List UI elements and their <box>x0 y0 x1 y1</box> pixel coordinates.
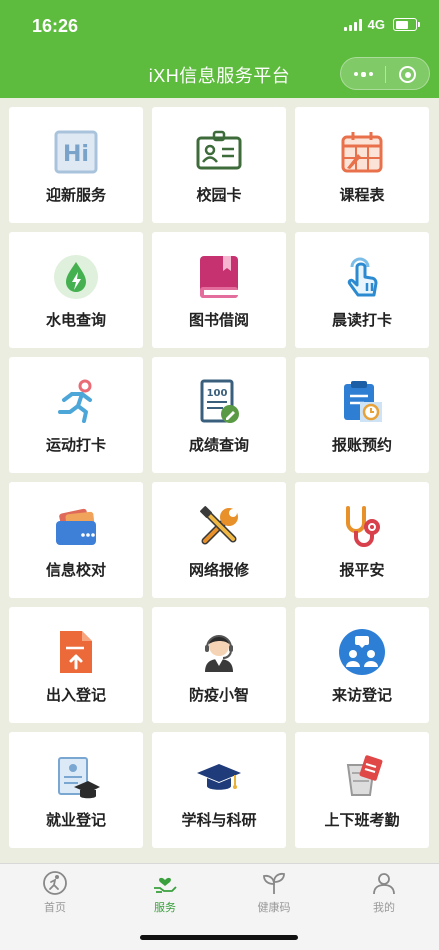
calendar-icon <box>338 128 386 176</box>
tab-label: 我的 <box>373 902 395 914</box>
tab-label: 服务 <box>154 902 176 914</box>
tile-label: 运动打卡 <box>45 437 106 454</box>
status-time: 16:26 <box>32 16 79 36</box>
tile-morning-reading[interactable]: 晨读打卡 <box>295 232 429 348</box>
tab-services[interactable]: 服务 <box>125 870 205 915</box>
tile-label: 信息校对 <box>45 562 106 579</box>
tile-visitor[interactable]: 来访登记 <box>295 607 429 723</box>
more-menu-icon[interactable] <box>354 71 373 77</box>
tile-network-repair[interactable]: 网络报修 <box>152 482 286 598</box>
tile-entry-exit[interactable]: 出入登记 <box>9 607 143 723</box>
app-header: 16:26 4G iXH信息服务平台 <box>0 0 439 98</box>
tile-label: 校园卡 <box>196 187 242 204</box>
tile-library[interactable]: 图书借阅 <box>152 232 286 348</box>
tile-label: 来访登记 <box>331 687 392 704</box>
tile-info-check[interactable]: 信息校对 <box>9 482 143 598</box>
clipboard-clock-icon <box>338 378 386 426</box>
signal-icon <box>343 18 362 31</box>
graduation-cap-icon <box>195 753 243 801</box>
tile-employment[interactable]: 就业登记 <box>9 732 143 848</box>
tile-label: 晨读打卡 <box>331 312 392 329</box>
tab-label: 首页 <box>44 902 66 914</box>
tile-campus-card[interactable]: 校园卡 <box>152 107 286 223</box>
tile-research[interactable]: 学科与科研 <box>152 732 286 848</box>
tile-reimbursement[interactable]: 报账预约 <box>295 357 429 473</box>
tile-label: 水电查询 <box>45 312 106 329</box>
book-icon <box>195 253 243 301</box>
svg-text:Hi: Hi <box>63 142 89 167</box>
score-sheet-icon: 100 <box>195 378 243 426</box>
attendance-icon <box>338 753 386 801</box>
battery-icon <box>393 18 420 31</box>
home-indicator[interactable] <box>140 935 298 940</box>
document-upload-icon <box>52 628 100 676</box>
network-type: 4G <box>367 17 385 32</box>
service-grid: Hi 迎新服务 校园卡 课程表 水电查询 图书借阅 晨读打卡 运动打卡 100 … <box>9 107 430 848</box>
tile-scores[interactable]: 100 成绩查询 <box>152 357 286 473</box>
tab-health-code[interactable]: 健康码 <box>234 870 314 915</box>
tile-exercise[interactable]: 运动打卡 <box>9 357 143 473</box>
tile-label: 迎新服务 <box>45 187 106 204</box>
tile-label: 防疫小智 <box>188 687 249 704</box>
close-miniprogram-icon[interactable] <box>399 66 416 83</box>
tile-label: 报账预约 <box>331 437 392 454</box>
tile-label: 报平安 <box>339 562 385 579</box>
resume-graduate-icon <box>52 753 100 801</box>
hi-welcome-icon: Hi <box>52 128 100 176</box>
person-icon <box>373 873 395 895</box>
tools-icon <box>195 503 243 551</box>
svg-text:100: 100 <box>207 388 228 399</box>
tile-label: 出入登记 <box>45 687 106 704</box>
tab-home[interactable]: 首页 <box>15 870 95 915</box>
tap-hand-icon <box>338 253 386 301</box>
tile-epidemic-assistant[interactable]: 防疫小智 <box>152 607 286 723</box>
water-electricity-icon <box>52 253 100 301</box>
miniprogram-capsule <box>340 57 430 90</box>
id-card-icon <box>195 128 243 176</box>
home-runner-icon <box>43 871 67 895</box>
health-sprout-icon <box>263 872 285 894</box>
tile-welcome[interactable]: Hi 迎新服务 <box>9 107 143 223</box>
visitor-chat-icon <box>338 628 386 676</box>
running-icon <box>52 378 100 426</box>
tile-label: 学科与科研 <box>181 812 257 829</box>
tile-label: 网络报修 <box>188 562 249 579</box>
tile-timetable[interactable]: 课程表 <box>295 107 429 223</box>
tile-safety-report[interactable]: 报平安 <box>295 482 429 598</box>
tile-label: 图书借阅 <box>188 312 249 329</box>
tile-utilities[interactable]: 水电查询 <box>9 232 143 348</box>
stethoscope-icon <box>338 503 386 551</box>
tab-profile[interactable]: 我的 <box>344 870 424 915</box>
capsule-divider <box>385 66 386 83</box>
tile-label: 上下班考勤 <box>324 812 400 829</box>
service-hand-heart-icon <box>154 877 177 893</box>
status-indicators: 4G <box>343 17 420 32</box>
tile-label: 就业登记 <box>45 812 106 829</box>
tile-label: 成绩查询 <box>188 437 249 454</box>
tab-label: 健康码 <box>257 902 291 914</box>
support-agent-icon <box>195 628 243 676</box>
tile-label: 课程表 <box>339 187 385 204</box>
wallet-icon <box>52 503 100 551</box>
tile-attendance[interactable]: 上下班考勤 <box>295 732 429 848</box>
